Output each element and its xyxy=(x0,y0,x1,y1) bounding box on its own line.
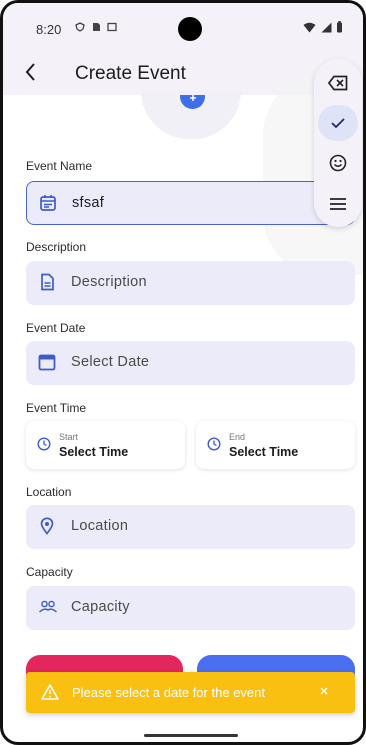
start-time-picker[interactable]: Start Select Time xyxy=(26,421,185,469)
menu-icon xyxy=(330,198,346,210)
notification-icons xyxy=(75,22,117,34)
warning-snackbar: Please select a date for the event xyxy=(26,672,355,713)
backspace-icon xyxy=(327,75,348,91)
event-name-label: Event Name xyxy=(26,159,93,173)
event-date-label: Event Date xyxy=(26,321,86,335)
event-time-label: Event Time xyxy=(26,401,87,415)
sd-card-icon xyxy=(93,23,101,31)
vpn-icon xyxy=(75,22,85,32)
capacity-label: Capacity xyxy=(26,565,73,579)
screen-icon xyxy=(107,22,117,32)
description-label: Description xyxy=(26,240,87,254)
capacity-field[interactable]: Capacity xyxy=(26,586,355,630)
calendar-list-icon xyxy=(39,194,59,214)
snackbar-message: Please select a date for the event xyxy=(72,685,265,700)
clock-icon xyxy=(207,437,221,451)
description-field[interactable]: Description xyxy=(26,261,355,305)
start-time-value: Select Time xyxy=(59,445,129,459)
plus-icon xyxy=(189,95,196,101)
start-time-caption: Start xyxy=(59,432,79,442)
calendar-icon xyxy=(38,353,58,373)
end-time-caption: End xyxy=(229,432,246,442)
event-name-value: sfsaf xyxy=(72,195,105,211)
signal-icon xyxy=(321,22,332,33)
document-icon xyxy=(38,273,58,293)
end-time-picker[interactable]: End Select Time xyxy=(196,421,355,469)
back-button[interactable] xyxy=(23,61,45,87)
clock-icon xyxy=(37,437,51,451)
location-label: Location xyxy=(26,485,72,499)
gesture-navigation-handle[interactable] xyxy=(144,734,238,737)
location-field[interactable]: Location xyxy=(26,505,355,549)
menu-button[interactable] xyxy=(318,185,358,221)
location-placeholder: Location xyxy=(71,518,129,534)
phone-screen: 8:20 Create Event Event Name sfsaf Descr… xyxy=(0,0,366,745)
emoji-button[interactable] xyxy=(318,145,358,181)
event-date-field[interactable]: Select Date xyxy=(26,341,355,385)
check-icon xyxy=(331,118,345,129)
page-title: Create Event xyxy=(75,63,186,84)
camera-cutout xyxy=(178,17,202,41)
battery-icon xyxy=(337,21,342,33)
event-date-placeholder: Select Date xyxy=(71,354,150,370)
close-icon[interactable] xyxy=(315,683,333,701)
wifi-icon xyxy=(303,22,316,33)
emoji-icon xyxy=(329,154,347,172)
status-time: 8:20 xyxy=(36,22,62,37)
done-button[interactable] xyxy=(318,105,358,141)
back-arrow-icon xyxy=(25,63,35,81)
status-bar: 8:20 xyxy=(3,3,363,53)
location-pin-icon xyxy=(38,517,58,537)
end-time-value: Select Time xyxy=(229,445,299,459)
warning-icon xyxy=(41,684,59,700)
keyboard-toolbar xyxy=(314,59,362,227)
description-placeholder: Description xyxy=(71,274,147,290)
backspace-button[interactable] xyxy=(318,65,358,101)
event-name-field[interactable]: sfsaf xyxy=(26,181,355,225)
people-icon xyxy=(38,598,58,618)
capacity-placeholder: Capacity xyxy=(71,599,130,615)
status-right-icons xyxy=(303,21,343,36)
